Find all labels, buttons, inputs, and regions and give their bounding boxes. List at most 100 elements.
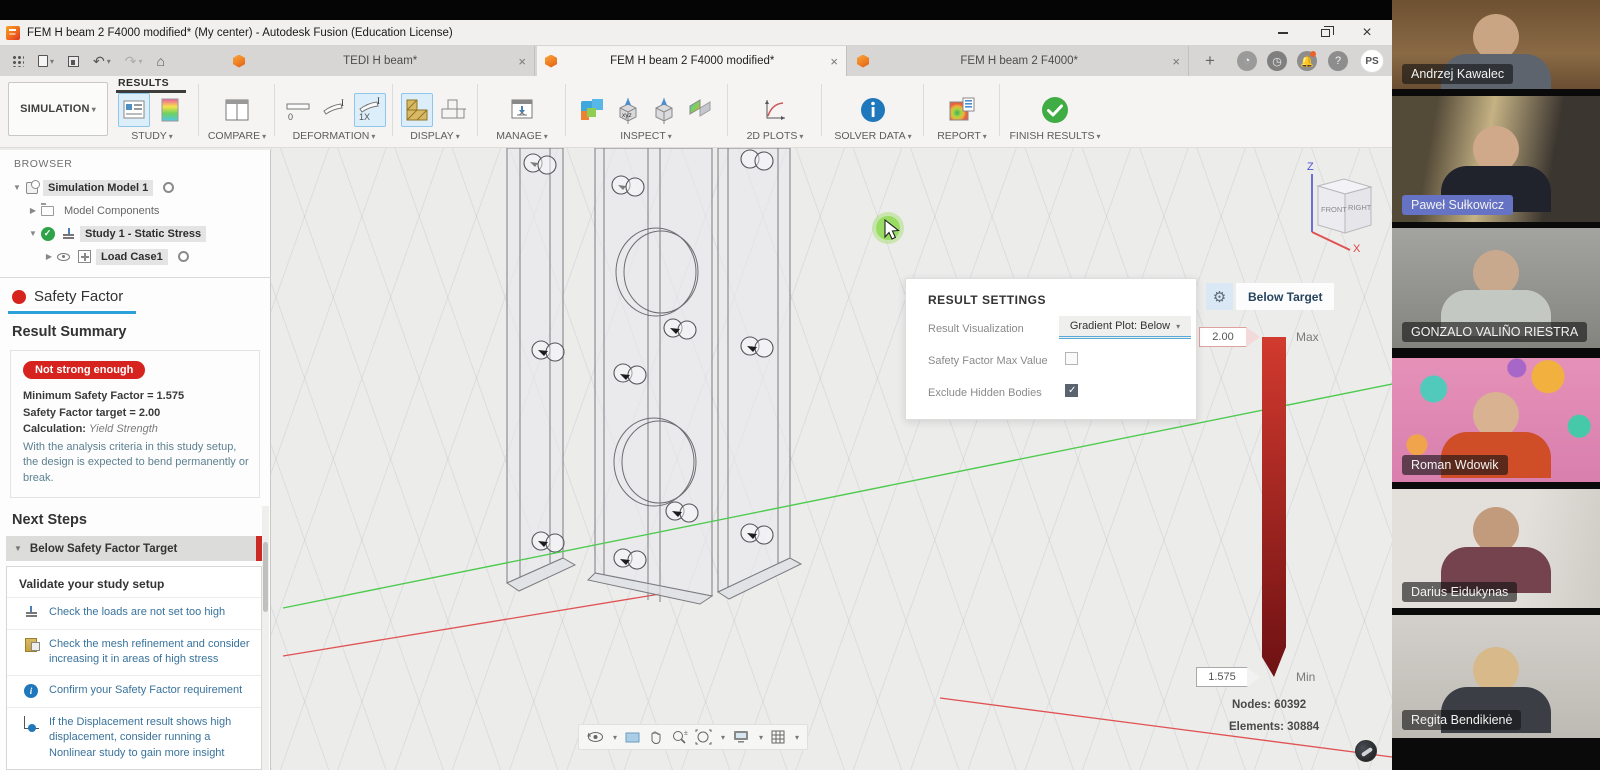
manage-icon[interactable] [506,93,538,127]
2d-plots-icon[interactable] [759,93,791,127]
step-confirm-requirement[interactable]: i Confirm your Safety Factor requirement [7,675,261,706]
tab-close-icon[interactable]: × [518,54,526,69]
mesh-icon [19,638,43,652]
finish-results-icon[interactable] [1039,93,1071,127]
file-menu-button[interactable]: ▾ [38,55,54,67]
tab-tedi-h-beam[interactable]: TEDI H beam* × [225,46,535,76]
legend-max-marker[interactable]: 2.00 [1199,327,1247,347]
grid-settings-icon[interactable] [770,729,786,745]
tab-fem-h-beam-modified[interactable]: FEM H beam 2 F4000 modified* × [537,46,847,76]
video-tile[interactable]: Roman Wdowik [1392,358,1600,482]
svg-text:Z: Z [1307,161,1314,173]
finish-results-dropdown[interactable]: FINISH RESULTS▾ [1010,130,1101,142]
step-nonlinear-study[interactable]: If the Displacement result shows high di… [7,707,261,769]
legend-header[interactable]: Below Target [1236,283,1334,310]
pan-hand-icon[interactable] [648,729,664,745]
redo-button[interactable]: ↷▾ [125,53,143,70]
new-tab-button[interactable]: + [1199,50,1221,72]
inspect-slice-icon[interactable] [684,93,716,127]
inspect-probe-icon[interactable] [648,93,680,127]
video-tile[interactable]: GONZALO VALIÑO RIESTRA [1392,228,1600,348]
tree-item-model-components[interactable]: ▶ Model Components [0,199,270,222]
compare-icon[interactable] [221,93,253,127]
panel-scrollbar[interactable] [262,506,269,770]
look-at-icon[interactable] [624,729,641,745]
visibility-eye-icon[interactable] [56,249,71,264]
workspace-selector[interactable]: SIMULATION▾ [8,82,108,136]
2d-plots-dropdown[interactable]: 2D PLOTS▾ [747,130,804,142]
nonlinear-chart-icon [19,716,43,729]
elements-count: Elements: 30884 [1229,721,1319,733]
deformation-dropdown[interactable]: DEFORMATION▾ [293,130,376,142]
report-icon[interactable] [946,93,978,127]
step-check-loads[interactable]: Check the loads are not set too high [7,597,261,628]
video-tile[interactable]: Darius Eidukynas [1392,489,1600,608]
display-blocks-icon[interactable] [437,93,469,127]
tab-close-icon[interactable]: × [830,54,838,69]
step-check-mesh[interactable]: Check the mesh refinement and consider i… [7,629,261,676]
legend-settings-gear-icon[interactable]: ⚙ [1206,283,1233,310]
deformation-scale-icon[interactable]: I1X [354,93,386,127]
study-dropdown[interactable]: STUDY▾ [131,130,173,142]
video-tile[interactable]: Regita Bendikienė [1392,615,1600,738]
legend-min-marker[interactable]: 1.575 [1196,667,1248,687]
tree-item-load-case1[interactable]: ▶ Load Case1 [0,245,270,268]
activate-radio[interactable] [178,251,189,262]
user-avatar[interactable]: PS [1360,49,1384,73]
tab-fem-h-beam[interactable]: FEM H beam 2 F4000* × [849,46,1189,76]
app-grid-icon[interactable] [12,55,24,67]
below-target-section-header[interactable]: ▼ Below Safety Factor Target [6,536,262,561]
solver-data-icon[interactable] [857,93,889,127]
minimize-button[interactable] [1262,20,1304,46]
ribbon-tab-results[interactable]: RESULTS [118,77,169,89]
restore-button[interactable] [1304,20,1346,46]
svg-text:xyz: xyz [622,112,632,119]
job-status-icon[interactable]: ◔ [1237,51,1257,71]
home-icon[interactable]: ⌂ [157,53,165,69]
inspect-result-icon[interactable] [576,93,608,127]
window-title: FEM H beam 2 F4000 modified* (My center)… [27,27,453,39]
tab-close-icon[interactable]: × [1172,54,1180,69]
clock-icon[interactable]: ◷ [1267,51,1287,71]
max-value-checkbox[interactable] [1065,352,1078,365]
study-legend-icon[interactable] [154,93,186,127]
svg-text:X: X [1353,243,1361,255]
group-deformation: 0 I I1X DEFORMATION▾ [280,93,388,142]
deformation-adjusted-icon[interactable]: I [318,93,350,127]
fusion-doc-icon [233,55,245,68]
visualization-dropdown[interactable]: Gradient Plot: Below▾ [1059,316,1191,339]
deformation-actual-icon[interactable]: 0 [282,93,314,127]
video-tile[interactable]: Andrzej Kawalec [1392,0,1600,89]
inspect-dropdown[interactable]: INSPECT▾ [620,130,672,142]
video-tile[interactable]: Paweł Sułkowicz [1392,96,1600,222]
help-icon[interactable]: ? [1328,51,1348,71]
participant-name: Regita Bendikienė [1402,710,1521,730]
nodes-count: Nodes: 60392 [1232,699,1306,711]
notifications-bell-icon[interactable]: 🔔 [1297,51,1317,71]
display-settings-icon[interactable] [732,729,750,745]
activate-radio[interactable] [163,182,174,193]
fit-view-icon[interactable] [695,729,712,745]
display-dropdown[interactable]: DISPLAY▾ [410,130,460,142]
safety-panel-title: Safety Factor [34,288,123,305]
view-cube[interactable]: Z FRONT RIGHT X [1307,161,1372,255]
validate-heading: Validate your study setup [7,567,261,597]
compare-dropdown[interactable]: COMPARE▾ [208,130,266,142]
fusion-doc-icon [857,55,869,68]
report-dropdown[interactable]: REPORT▾ [937,130,987,142]
inspect-xyz-probe-icon[interactable]: xyz [612,93,644,127]
display-mesh-icon[interactable] [401,93,433,127]
close-button[interactable]: × [1346,20,1388,46]
solver-data-dropdown[interactable]: SOLVER DATA▾ [834,130,911,142]
exclude-hidden-checkbox[interactable] [1065,384,1078,397]
result-settings-title: RESULT SETTINGS [906,279,1196,307]
group-compare: COMPARE▾ [204,93,270,142]
manage-dropdown[interactable]: MANAGE▾ [496,130,548,142]
tree-item-study1[interactable]: ▼ ✓ Study 1 - Static Stress [0,222,270,245]
tree-item-simulation-model[interactable]: ▼ Simulation Model 1 [0,176,270,199]
zoom-icon[interactable]: ± [671,729,688,745]
orbit-icon[interactable] [587,729,604,745]
save-button[interactable] [68,56,79,67]
study-manager-icon[interactable] [118,93,150,127]
undo-button[interactable]: ↶▾ [93,53,111,70]
